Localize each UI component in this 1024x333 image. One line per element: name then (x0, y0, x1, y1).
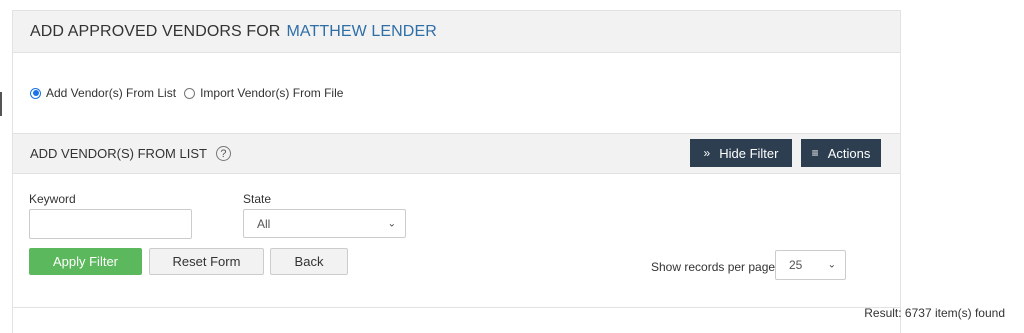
mode-radio-group: Add Vendor(s) From List Import Vendor(s)… (13, 53, 900, 133)
radio-add-from-list-label[interactable]: Add Vendor(s) From List (46, 86, 176, 100)
section-title: ADD VENDOR(S) FROM LIST ? (13, 146, 231, 161)
left-edge-marker (0, 92, 2, 116)
result-count: Result: 6737 item(s) found (864, 306, 1005, 320)
keyword-input[interactable] (29, 209, 192, 239)
page-title-prefix: ADD APPROVED VENDORS FOR (30, 22, 281, 40)
state-select-value: All (257, 216, 271, 231)
lender-name: MATTHEW LENDER (286, 22, 437, 40)
back-button[interactable]: Back (270, 248, 348, 275)
state-select[interactable]: All ⌄ (243, 209, 406, 238)
radio-add-from-list[interactable]: Add Vendor(s) From List (30, 86, 176, 100)
records-per-page-select[interactable]: 25 ⌄ (775, 250, 846, 280)
actions-label: Actions (827, 145, 871, 161)
hide-filter-button[interactable]: » Hide Filter (690, 139, 792, 167)
double-chevron-down-icon: » (703, 146, 711, 160)
keyword-label: Keyword (29, 192, 76, 206)
vendors-panel: ADD APPROVED VENDORS FOR MATTHEW LENDER … (12, 10, 901, 333)
filter-form: Keyword State All ⌄ Apply Filter Reset F… (13, 174, 900, 308)
per-page-value: 25 (789, 258, 803, 272)
radio-import-from-file[interactable]: Import Vendor(s) From File (184, 86, 343, 100)
state-label: State (243, 192, 272, 206)
chevron-down-icon: ⌄ (827, 259, 836, 271)
help-icon[interactable]: ? (215, 146, 231, 161)
radio-selected-icon[interactable] (30, 87, 41, 99)
radio-unselected-icon[interactable] (184, 87, 196, 99)
section-title-text: ADD VENDOR(S) FROM LIST (30, 146, 207, 161)
radio-import-from-file-label[interactable]: Import Vendor(s) From File (200, 86, 343, 100)
hide-filter-label: Hide Filter (719, 145, 779, 161)
apply-filter-button[interactable]: Apply Filter (29, 248, 142, 275)
show-records-label: Show records per page (651, 260, 776, 274)
section-header: ADD VENDOR(S) FROM LIST ? » Hide Filter … (13, 133, 900, 174)
chevron-down-icon: ⌄ (387, 218, 396, 229)
reset-form-button[interactable]: Reset Form (149, 248, 264, 275)
page-title: ADD APPROVED VENDORS FOR MATTHEW LENDER (13, 11, 900, 53)
actions-button[interactable]: ≡ Actions (801, 139, 881, 167)
hamburger-icon: ≡ (811, 146, 819, 160)
